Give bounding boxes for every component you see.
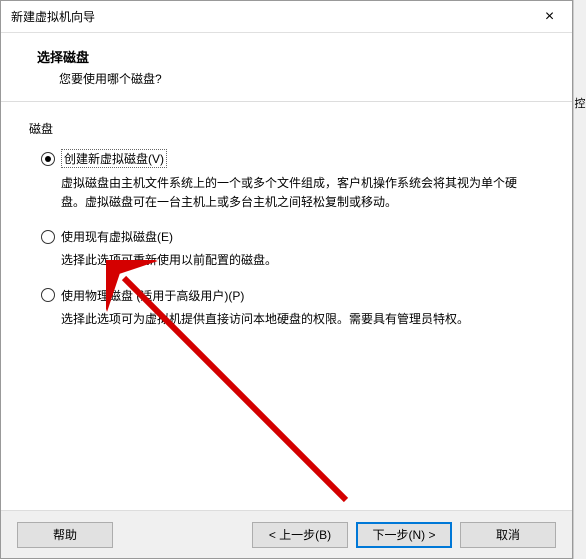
group-label: 磁盘 <box>29 120 544 137</box>
radio-use-physical-disk[interactable] <box>41 288 55 302</box>
next-button[interactable]: 下一步(N) > <box>356 522 452 548</box>
back-button[interactable]: < 上一步(B) <box>252 522 348 548</box>
radio-label-use-existing-disk[interactable]: 使用现有虚拟磁盘(E) <box>61 228 173 245</box>
titlebar: 新建虚拟机向导 × <box>1 1 572 33</box>
radio-use-existing-disk[interactable] <box>41 230 55 244</box>
desc-use-physical-disk: 选择此选项可为虚拟机提供直接访问本地硬盘的权限。需要具有管理员特权。 <box>61 310 531 329</box>
radio-label-use-physical-disk[interactable]: 使用物理磁盘 (适用于高级用户)(P) <box>61 287 244 304</box>
desc-use-existing-disk: 选择此选项可重新使用以前配置的磁盘。 <box>61 251 531 270</box>
header-title: 选择磁盘 <box>37 47 552 66</box>
side-strip: 控 <box>573 0 586 559</box>
option-use-existing-disk: 使用现有虚拟磁盘(E) 选择此选项可重新使用以前配置的磁盘。 <box>29 228 544 270</box>
window-title: 新建虚拟机向导 <box>11 8 95 25</box>
help-button[interactable]: 帮助 <box>17 522 113 548</box>
wizard-header: 选择磁盘 您要使用哪个磁盘? <box>1 33 572 102</box>
footer: 帮助 < 上一步(B) 下一步(N) > 取消 <box>1 510 572 558</box>
radio-create-new-disk[interactable] <box>41 152 55 166</box>
option-use-physical-disk: 使用物理磁盘 (适用于高级用户)(P) 选择此选项可为虚拟机提供直接访问本地硬盘… <box>29 287 544 329</box>
header-subtitle: 您要使用哪个磁盘? <box>59 70 552 87</box>
option-create-new-disk: 创建新虚拟磁盘(V) 虚拟磁盘由主机文件系统上的一个或多个文件组成，客户机操作系… <box>29 149 544 212</box>
content-area: 磁盘 创建新虚拟磁盘(V) 虚拟磁盘由主机文件系统上的一个或多个文件组成，客户机… <box>1 102 572 510</box>
cancel-button[interactable]: 取消 <box>460 522 556 548</box>
desc-create-new-disk: 虚拟磁盘由主机文件系统上的一个或多个文件组成，客户机操作系统会将其视为单个硬盘。… <box>61 174 531 212</box>
close-button[interactable]: × <box>527 1 572 33</box>
radio-label-create-new-disk[interactable]: 创建新虚拟磁盘(V) <box>61 149 167 168</box>
side-strip-text: 控 <box>575 95 586 111</box>
close-icon: × <box>545 8 554 26</box>
wizard-window: 新建虚拟机向导 × 选择磁盘 您要使用哪个磁盘? 磁盘 创建新虚拟磁盘(V) 虚… <box>0 0 573 559</box>
